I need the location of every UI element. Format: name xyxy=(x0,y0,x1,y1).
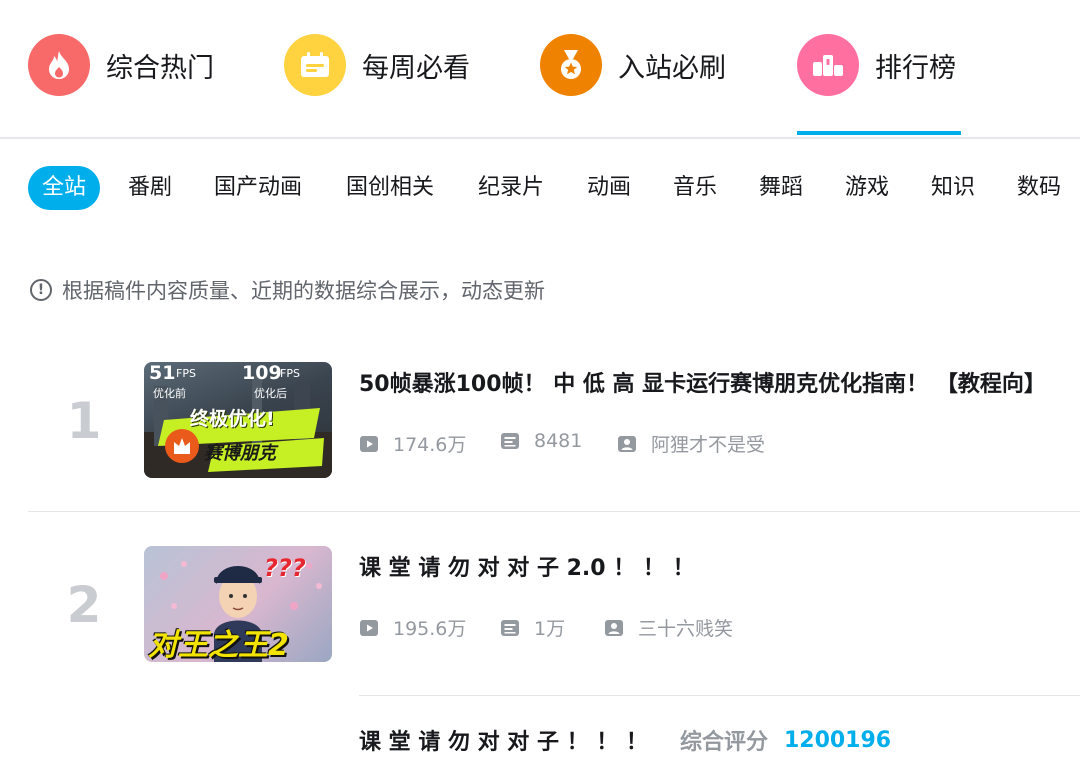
rank-number: 1 xyxy=(66,392,102,450)
play-icon xyxy=(360,435,378,452)
info-icon: ! xyxy=(30,279,52,301)
nav-item-ranking[interactable]: 排行榜 xyxy=(797,33,956,97)
score-value: 1200196 xyxy=(783,727,892,753)
danmaku-count: 8481 xyxy=(500,430,582,452)
fps-after-note: 优化后 xyxy=(254,387,287,400)
nav-item-weekly[interactable]: 每周必看 xyxy=(284,33,470,97)
video-thumbnail[interactable]: ??? 对王之王2 xyxy=(144,546,332,662)
fps-before-unit: FPS xyxy=(176,367,196,380)
fps-after-value: 109 xyxy=(242,362,282,384)
tab-animation[interactable]: 动画 xyxy=(587,166,631,210)
notice-text: 根据稿件内容质量、近期的数据综合展示，动态更新 xyxy=(62,279,545,303)
video-title[interactable]: 50帧暴涨100帧！ 中 低 高 显卡运行赛博朋克优化指南！ 【教程向】 xyxy=(359,366,1046,398)
uploader[interactable]: 三十六贱笑 xyxy=(604,614,733,641)
rank-number: 2 xyxy=(66,576,102,634)
thumb-headline: 对王之王2 xyxy=(148,628,289,662)
podium-icon xyxy=(797,34,859,96)
medal-icon xyxy=(540,34,602,96)
tab-guochuang[interactable]: 国创相关 xyxy=(346,166,434,210)
tab-bangumi[interactable]: 番剧 xyxy=(128,166,172,210)
related-entry[interactable]: 课 堂 请 勿 对 对 子 ！ ！ ！ 综合评分 1200196 xyxy=(359,724,891,756)
nav-label-must-watch: 入站必刷 xyxy=(618,52,726,84)
user-icon xyxy=(618,435,636,452)
video-title[interactable]: 课 堂 请 勿 对 对 子 2.0 ！ ！ ！ xyxy=(359,550,695,582)
related-title[interactable]: 课 堂 请 勿 对 对 子 ！ ！ ！ xyxy=(359,724,648,756)
category-tabs: 全站 番剧 国产动画 国创相关 纪录片 动画 音乐 舞蹈 游戏 知识 数码 xyxy=(0,166,1080,212)
view-count: 174.6万 xyxy=(359,430,466,457)
fps-before-value: 51 xyxy=(149,362,176,384)
calendar-icon xyxy=(284,34,346,96)
fps-after-unit: FPS xyxy=(280,367,300,380)
flame-icon xyxy=(28,34,90,96)
ranking-notice: ! 根据稿件内容质量、近期的数据综合展示，动态更新 xyxy=(30,275,545,305)
nav-label-ranking: 排行榜 xyxy=(875,52,956,84)
score-label: 综合评分 xyxy=(679,730,768,755)
tab-game[interactable]: 游戏 xyxy=(845,166,889,210)
danmaku-icon xyxy=(501,619,519,636)
thumb-subtitle: 赛博朋克 xyxy=(204,443,276,464)
uploader-name: 阿狸才不是受 xyxy=(651,434,766,456)
tab-knowledge[interactable]: 知识 xyxy=(931,166,975,210)
list-divider xyxy=(28,511,1080,512)
tab-documentary[interactable]: 纪录片 xyxy=(478,166,544,210)
tab-dance[interactable]: 舞蹈 xyxy=(759,166,803,210)
thumb-question-marks: ??? xyxy=(264,554,306,582)
danmaku-count-value: 8481 xyxy=(534,430,583,452)
nav-item-hot[interactable]: 综合热门 xyxy=(28,33,214,97)
nav-label-hot: 综合热门 xyxy=(106,52,214,84)
danmaku-count: 1万 xyxy=(500,614,565,641)
danmaku-count-value: 1万 xyxy=(534,618,566,640)
view-count-value: 195.6万 xyxy=(393,618,467,640)
user-icon xyxy=(605,619,623,636)
nav-label-weekly: 每周必看 xyxy=(362,52,470,84)
fps-before-note: 优化前 xyxy=(153,387,186,400)
uploader[interactable]: 阿狸才不是受 xyxy=(617,430,765,457)
video-thumbnail[interactable]: 51 FPS 优化前 109 FPS 优化后 终极优化! 赛博朋克 xyxy=(144,362,332,478)
sub-divider xyxy=(359,695,1080,696)
tab-digital[interactable]: 数码 xyxy=(1017,166,1061,210)
tab-music[interactable]: 音乐 xyxy=(673,166,717,210)
thumb-headline: 终极优化! xyxy=(190,408,275,430)
view-count: 195.6万 xyxy=(359,614,466,641)
danmaku-icon xyxy=(501,433,519,449)
nav-item-must-watch[interactable]: 入站必刷 xyxy=(540,33,726,97)
active-tab-indicator xyxy=(797,131,961,135)
uploader-name: 三十六贱笑 xyxy=(638,618,734,640)
view-count-value: 174.6万 xyxy=(393,434,467,456)
top-nav: 综合热门 每周必看 入站必刷 排行榜 xyxy=(0,0,1080,139)
tab-guochan-animation[interactable]: 国产动画 xyxy=(214,166,302,210)
play-icon xyxy=(360,619,378,636)
tab-all[interactable]: 全站 xyxy=(28,166,101,210)
